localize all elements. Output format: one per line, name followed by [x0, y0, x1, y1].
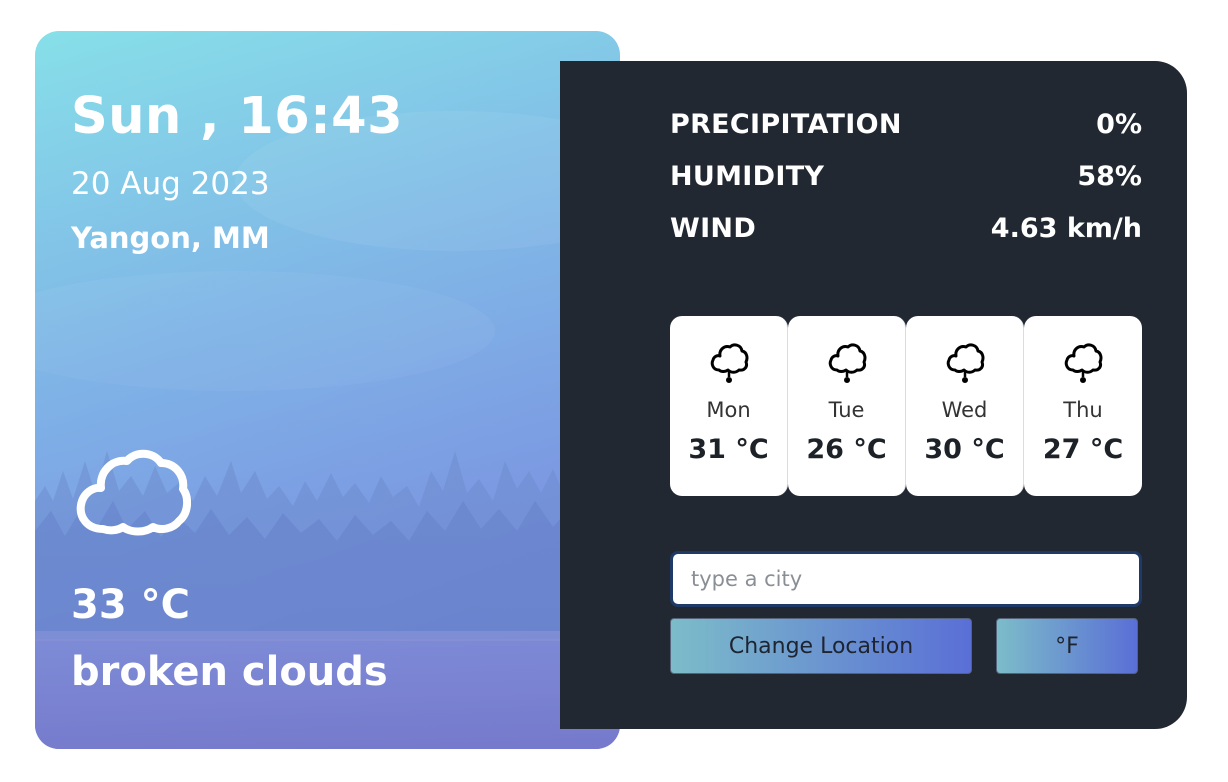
rain-cloud-icon — [1064, 343, 1103, 383]
weather-description: broken clouds — [71, 649, 388, 695]
stat-value: 0% — [1096, 108, 1142, 140]
forecast-day-name: Thu — [1063, 398, 1103, 422]
stat-label: HUMIDITY — [670, 160, 825, 192]
forecast-day-name: Wed — [941, 398, 988, 422]
stat-label: WIND — [670, 212, 757, 244]
rain-cloud-icon — [710, 343, 749, 383]
stat-value: 4.63 km/h — [990, 212, 1142, 244]
change-location-button[interactable]: Change Location — [670, 618, 972, 674]
stat-value: 58% — [1077, 160, 1142, 192]
rain-cloud-icon — [946, 343, 985, 383]
forecast-list: Mon 31 °C Tue 26 °C Wed 30 °C Thu 27 °C — [670, 316, 1142, 496]
current-weather-card: Sun , 16:43 20 Aug 2023 Yangon, MM 33 °C… — [35, 31, 620, 749]
forecast-day-wed[interactable]: Wed 30 °C — [906, 316, 1024, 496]
current-day-time: Sun , 16:43 — [71, 87, 404, 146]
forecast-day-thu[interactable]: Thu 27 °C — [1024, 316, 1142, 496]
details-panel: PRECIPITATION 0% HUMIDITY 58% WIND 4.63 … — [560, 61, 1187, 729]
current-date: 20 Aug 2023 — [71, 166, 270, 202]
forecast-temp: 27 °C — [1042, 434, 1124, 465]
forecast-day-name: Tue — [828, 398, 865, 422]
unit-toggle-button[interactable]: °F — [996, 618, 1138, 674]
rain-cloud-icon — [828, 343, 867, 383]
current-temperature: 33 °C — [71, 582, 190, 628]
forecast-day-name: Mon — [706, 398, 751, 422]
forecast-temp: 26 °C — [806, 434, 887, 465]
forecast-temp: 31 °C — [688, 434, 769, 465]
forecast-day-mon[interactable]: Mon 31 °C — [670, 316, 788, 496]
stat-label: PRECIPITATION — [670, 108, 902, 140]
stat-humidity: HUMIDITY 58% — [670, 158, 1142, 194]
stat-precipitation: PRECIPITATION 0% — [670, 106, 1142, 142]
cloud-icon — [76, 449, 191, 536]
stat-wind: WIND 4.63 km/h — [670, 210, 1142, 246]
forecast-day-tue[interactable]: Tue 26 °C — [788, 316, 906, 496]
forecast-temp: 30 °C — [924, 434, 1005, 465]
city-search-input[interactable] — [670, 551, 1142, 607]
current-location: Yangon, MM — [71, 221, 270, 255]
